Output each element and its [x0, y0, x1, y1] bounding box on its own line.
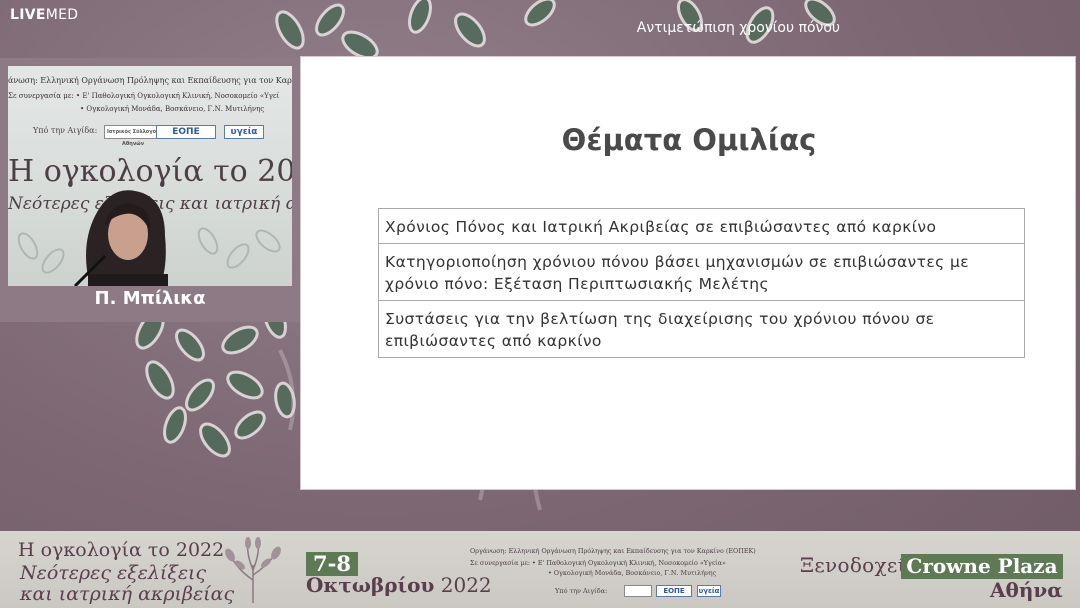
- video-banner-line: • Ογκολογική Μονάδα, Βοσκάνειο, Γ.Ν. Μυτ…: [80, 105, 265, 113]
- eope-logo: ΕΟΠΕ: [656, 585, 692, 597]
- session-topic: Αντιμετώπιση χρονίου πόνου: [636, 20, 840, 36]
- conference-subtitle: Νεότερες εξελίξεις: [20, 562, 207, 584]
- topics-table: Χρόνιος Πόνος και Ιατρική Ακριβείας σε ε…: [378, 208, 1025, 358]
- speaker-video: άνωση: Ελληνική Οργάνωση Πρόληψης και Εκ…: [8, 66, 292, 286]
- tree-logo-icon: [225, 537, 281, 603]
- organizer-text: Οργάνωση: Ελληνική Οργάνωση Πρόληψης και…: [470, 547, 756, 555]
- speaker-silhouette: [73, 190, 168, 286]
- isa-logo: Ιατρικός Σύλλογος Αθηνών: [104, 125, 162, 147]
- video-banner-line: άνωση: Ελληνική Οργάνωση Πρόληψης και Εκ…: [8, 76, 292, 85]
- venue-name: Crowne Plaza: [901, 554, 1063, 579]
- conference-title: Η ογκολογία το 2022: [18, 539, 225, 561]
- slide-title: Θέματα Ομιλίας: [561, 123, 817, 157]
- ygeia-logo: υγεία: [697, 585, 721, 597]
- presentation-slide: Θέματα Ομιλίας Χρόνιος Πόνος και Ιατρική…: [300, 56, 1076, 490]
- conference-subtitle: και ιατρική ακριβείας: [20, 583, 235, 605]
- conference-date: Οκτωβρίου 2022: [306, 573, 492, 597]
- isa-logo: [624, 585, 652, 597]
- conference-banner: Η ογκολογία το 2022 Νεότερες εξελίξεις κ…: [0, 531, 1080, 608]
- topic-item: Συστάσεις για την βελτίωση της διαχείρισ…: [385, 310, 935, 350]
- eope-logo: ΕΟΠΕ: [156, 125, 216, 139]
- collaboration-text: • Ογκολογική Μονάδα, Βοσκάνειο, Γ.Ν. Μυτ…: [548, 569, 717, 577]
- topic-item: Κατηγοριοποίηση χρόνιου πόνου βάσει μηχα…: [379, 244, 1024, 301]
- venue-city: Αθήνα: [990, 578, 1063, 602]
- video-banner-line: Σε συνεργασία με: • Ε' Παθολογική Ογκολο…: [8, 92, 280, 100]
- video-aegis-label: Υπό την Αιγίδα:: [33, 126, 98, 135]
- topic-item: Χρόνιος Πόνος και Ιατρική Ακριβείας σε ε…: [379, 209, 1024, 244]
- brand-logo: LIVEMED: [10, 7, 79, 23]
- aegis-label: Υπό την Αιγίδα:: [555, 587, 608, 595]
- speaker-name: Π. Μπίλικα: [94, 288, 206, 309]
- collaboration-text: Σε συνεργασία με: • Ε' Παθολογική Ογκολο…: [470, 559, 726, 567]
- video-banner-title: Η ογκολογία το 2022: [8, 154, 292, 189]
- speaker-video-panel: άνωση: Ελληνική Οργάνωση Πρόληψης και Εκ…: [0, 58, 300, 322]
- ygeia-logo: υγεία: [224, 125, 264, 139]
